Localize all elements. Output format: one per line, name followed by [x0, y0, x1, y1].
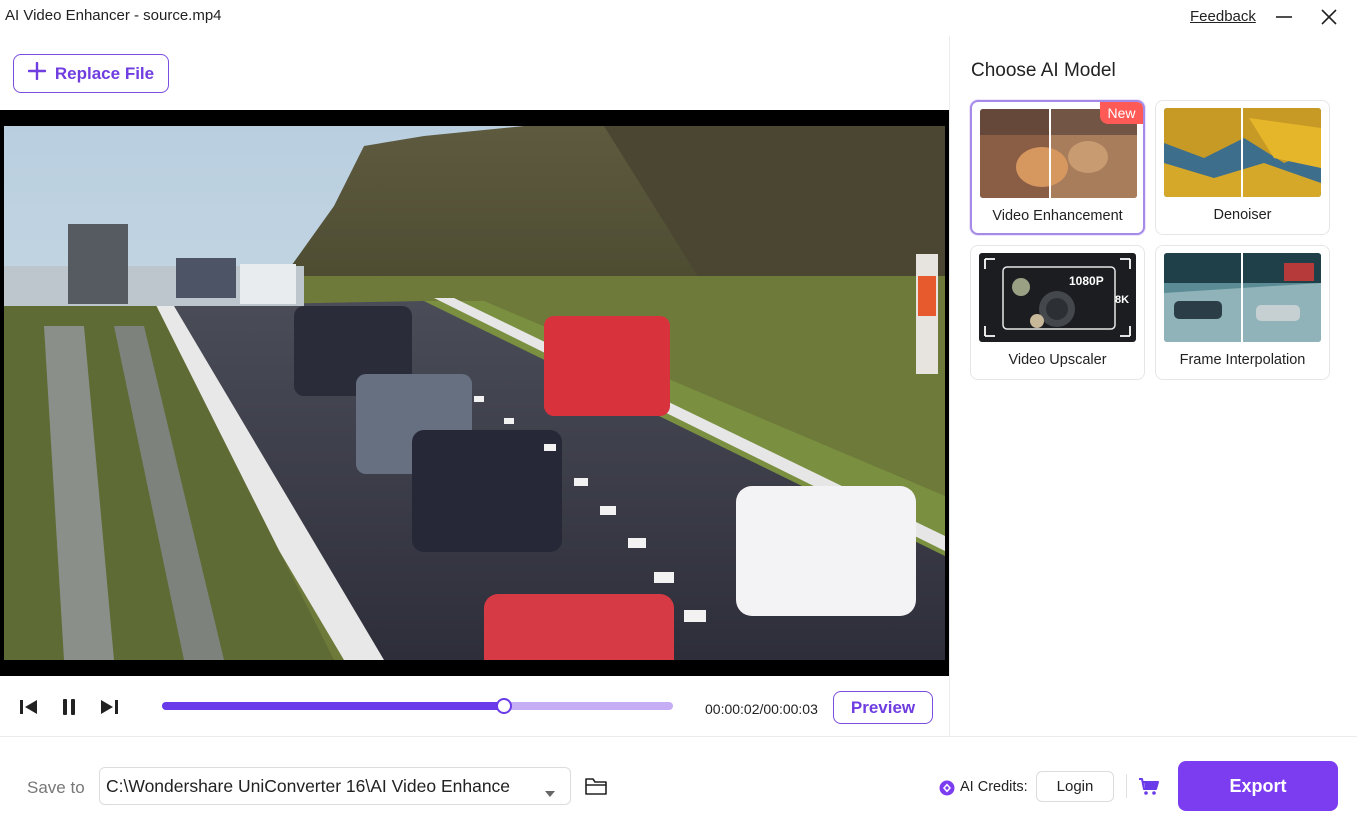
- save-to-label: Save to: [27, 778, 85, 797]
- export-button[interactable]: Export: [1178, 761, 1338, 811]
- model-card-frame-interpolation[interactable]: Frame Interpolation: [1155, 245, 1330, 380]
- login-button[interactable]: Login: [1036, 771, 1114, 802]
- app-window: AI Video Enhancer - source.mp4 Feedback …: [0, 0, 1357, 837]
- frame-interpolation-thumbnail: [1164, 253, 1321, 342]
- upscaler-thumb-text-1080p: 1080P: [1069, 274, 1104, 288]
- preview-button[interactable]: Preview: [833, 691, 933, 724]
- save-path-value: C:\Wondershare UniConverter 16\AI Video …: [106, 775, 511, 796]
- model-card-video-upscaler[interactable]: 1080P 8K Video Upscaler: [970, 245, 1145, 380]
- progress-thumb[interactable]: [496, 698, 513, 714]
- credits-diamond-icon: [939, 780, 955, 796]
- new-badge: New: [1100, 102, 1143, 124]
- ai-credits-label: AI Credits:: [960, 779, 1028, 795]
- window-title: AI Video Enhancer - source.mp4: [5, 7, 222, 24]
- bottom-divider: [0, 736, 1357, 737]
- save-path-select[interactable]: C:\Wondershare UniConverter 16\AI Video …: [99, 767, 571, 805]
- pause-icon[interactable]: [57, 696, 81, 718]
- plus-icon: [27, 61, 47, 85]
- model-card-video-enhancement[interactable]: New Video Enhancement: [970, 100, 1145, 235]
- model-card-denoiser[interactable]: Denoiser: [1155, 100, 1330, 235]
- model-card-label: Denoiser: [1213, 207, 1272, 223]
- folder-icon[interactable]: [584, 775, 608, 797]
- progress-fill: [162, 702, 505, 710]
- previous-frame-icon[interactable]: [17, 696, 41, 718]
- next-frame-icon[interactable]: [97, 696, 121, 718]
- playback-progress-bar[interactable]: [162, 698, 673, 714]
- denoiser-thumbnail: [1164, 108, 1321, 197]
- video-frame-image: [4, 126, 945, 660]
- upscaler-thumb-text-8k: 8K: [1115, 294, 1129, 306]
- replace-file-button[interactable]: Replace File: [13, 54, 169, 93]
- panel-divider: [949, 36, 950, 736]
- video-upscaler-thumbnail: 1080P 8K: [979, 253, 1136, 342]
- panel-title: Choose AI Model: [971, 60, 1116, 81]
- feedback-link[interactable]: Feedback: [1190, 8, 1256, 25]
- video-preview[interactable]: [0, 110, 949, 676]
- title-bar: AI Video Enhancer - source.mp4 Feedback: [0, 0, 1357, 34]
- close-icon[interactable]: [1316, 5, 1342, 29]
- chevron-down-icon: [544, 782, 556, 803]
- replace-file-label: Replace File: [54, 63, 155, 83]
- timecode: 00:00:02/00:00:03: [705, 701, 818, 717]
- minimize-icon[interactable]: [1271, 5, 1297, 29]
- model-card-label: Frame Interpolation: [1179, 352, 1306, 368]
- model-card-label: Video Upscaler: [1008, 352, 1107, 368]
- model-card-label: Video Enhancement: [992, 208, 1123, 224]
- bottom-separator: [1126, 774, 1127, 798]
- cart-icon[interactable]: [1138, 776, 1160, 798]
